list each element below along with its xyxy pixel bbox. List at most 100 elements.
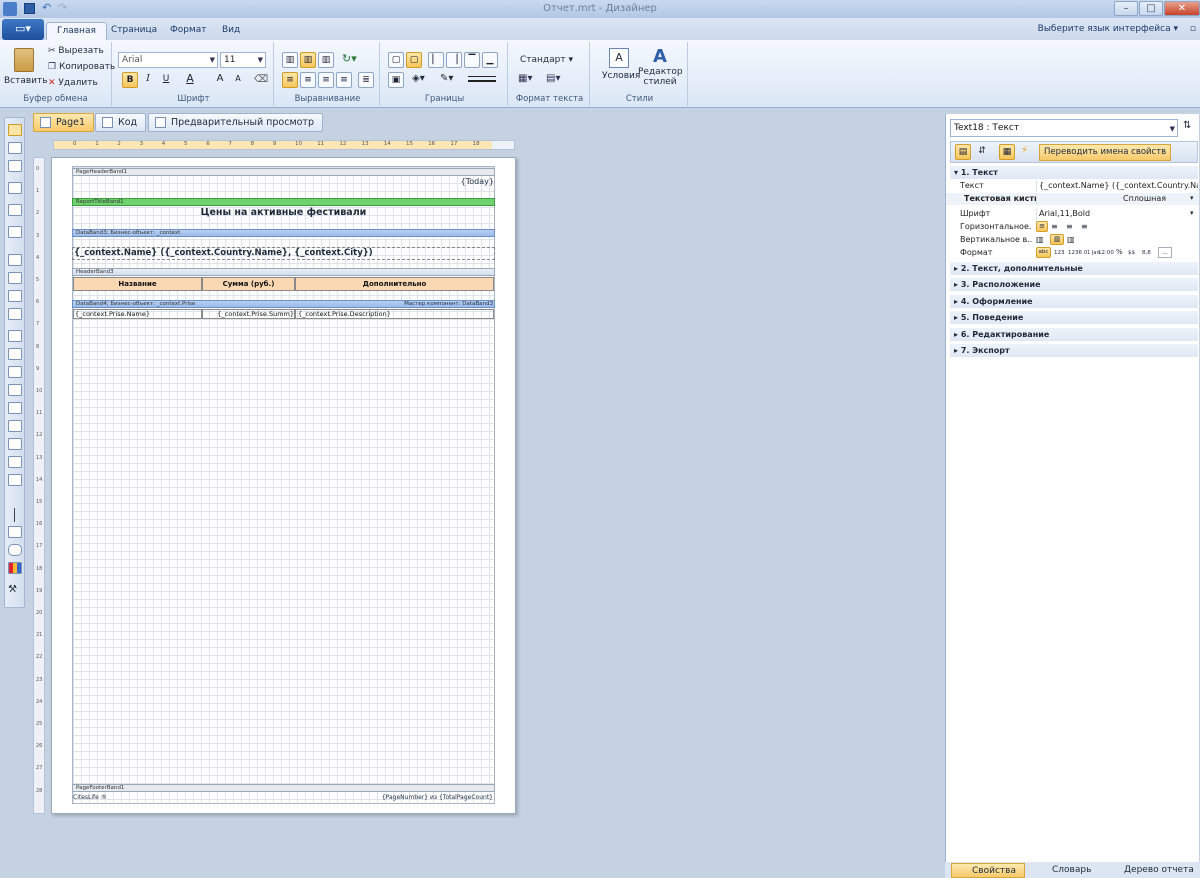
eraser-icon[interactable]: ⌫ [254, 74, 268, 85]
tab-dictionary[interactable]: Словарь [1032, 863, 1094, 878]
header-name[interactable]: Название [73, 277, 202, 291]
tab-page[interactable]: Страница [101, 22, 167, 40]
today-field[interactable]: {Today} [440, 177, 494, 186]
tab-format[interactable]: Формат [160, 22, 217, 40]
border-all-icon[interactable]: ▢ [388, 52, 404, 68]
band-tool-icon[interactable] [8, 182, 22, 194]
pan-tool-icon[interactable] [8, 142, 22, 154]
format-painter-icon[interactable] [8, 160, 22, 172]
bold-button[interactable]: B [122, 72, 138, 88]
barcode-tool-icon[interactable] [8, 456, 22, 468]
tab-view[interactable]: Вид [212, 22, 250, 40]
translate-names-button[interactable]: Переводить имена свойств [1039, 144, 1172, 161]
align-middle-icon[interactable]: ▥ [300, 52, 316, 68]
prop-value[interactable]: Сплошная [1036, 193, 1198, 205]
category-behavior[interactable]: ▸ 5. Поведение [950, 311, 1198, 325]
page-footer-band[interactable]: PageFooterBand1 [72, 784, 495, 792]
table-tool-icon[interactable] [8, 384, 22, 396]
font-size-combo[interactable]: 11 ▼ [220, 52, 266, 68]
format-percent-button[interactable]: % [1116, 247, 1123, 258]
align-top-icon[interactable]: ▥ [282, 52, 298, 68]
header-sum[interactable]: Сумма (руб.) [202, 277, 295, 291]
style-designer-button[interactable]: A Редактор стилей [638, 46, 683, 87]
border-top-icon[interactable]: ▔ [464, 52, 480, 68]
component-selector[interactable]: Text18 : Текст ▼ [950, 119, 1178, 137]
paste-button[interactable]: Вставить [4, 48, 48, 90]
rotate-icon[interactable]: ↻▾ [342, 52, 357, 65]
format-general-button[interactable]: abc [1036, 247, 1051, 258]
format-more-button[interactable]: ... [1158, 247, 1172, 258]
halign-center-icon[interactable]: ≡ [1051, 221, 1058, 232]
halign-justify-icon[interactable]: ≡ [1081, 221, 1088, 232]
format-time-button[interactable]: 12:00 [1098, 248, 1114, 259]
conditions-button[interactable]: A Условия [602, 48, 640, 81]
font-color-button[interactable]: A [182, 72, 198, 88]
prop-row-font[interactable]: Шрифт Arial,11,Bold ▾ [946, 208, 1199, 220]
prop-row-valign[interactable]: Вертикальное в... ▥ ▥ ▥ [946, 234, 1199, 246]
tab-home[interactable]: Главная [46, 22, 107, 40]
italic-button[interactable]: I [140, 72, 156, 88]
category-appearance[interactable]: ▸ 4. Оформление [950, 295, 1198, 309]
align-right-icon[interactable]: ≡ [318, 72, 334, 88]
delete-button[interactable]: ✕ Удалить [48, 78, 98, 88]
tab-properties[interactable]: Свойства [951, 863, 1025, 878]
border-color-icon[interactable]: ✎▾ [440, 73, 453, 84]
property-pages-icon[interactable]: ▦ [999, 144, 1015, 160]
border-none-icon[interactable]: ▢ [406, 52, 422, 68]
underline-button[interactable]: U [158, 72, 174, 88]
align-left-icon[interactable]: ≡ [282, 72, 298, 88]
checkbox-tool-icon[interactable] [8, 420, 22, 432]
save-icon[interactable] [24, 3, 35, 14]
copy-button[interactable]: ❐ Копировать [48, 62, 115, 72]
valign-center-icon[interactable]: ▥ [1050, 234, 1064, 245]
crosstab-tool-icon[interactable] [8, 402, 22, 414]
sort-icon[interactable]: ⇅ [1183, 120, 1191, 131]
valign-bottom-icon[interactable]: ▥ [1067, 234, 1075, 245]
chart-tool-icon[interactable] [8, 562, 22, 574]
subreport-tool-icon[interactable] [8, 366, 22, 378]
header-extra[interactable]: Дополнительно [295, 277, 494, 291]
tab-code[interactable]: Код [95, 113, 147, 132]
cell-prise-name[interactable]: {_context.Prise.Name} [73, 309, 202, 319]
format-boolean-button[interactable]: $$ [1128, 248, 1135, 259]
format-numbers-icon[interactable]: ▦▾ [518, 73, 532, 84]
cut-button[interactable]: ✂ Вырезать [48, 46, 104, 56]
tab-report-tree[interactable]: Дерево отчета [1104, 863, 1198, 878]
category-position[interactable]: ▸ 3. Расположение [950, 278, 1198, 292]
tab-page1[interactable]: Page1 [33, 113, 95, 132]
report-title[interactable]: Цены на активные фестивали [72, 207, 495, 221]
prop-row-halign[interactable]: Горизонтальное... ≡ ≡ ≡ ≡ [946, 221, 1199, 233]
select-tool-icon[interactable] [8, 124, 22, 136]
shadow-icon[interactable]: ▣ [388, 72, 404, 88]
container-tool-icon[interactable] [8, 226, 22, 238]
context-text-field[interactable]: {_context.Name} ({_context.Country.Name}… [72, 247, 495, 260]
maximize-button[interactable]: □ [1139, 1, 1163, 16]
alphabetical-icon[interactable]: ⇵ [974, 144, 990, 160]
shrink-font-button[interactable]: A [230, 72, 246, 88]
report-title-band[interactable]: ReportTitleBand1 [72, 198, 495, 206]
grow-font-button[interactable]: A [212, 72, 228, 88]
page-header-band[interactable]: PageHeaderBand1 [72, 168, 495, 176]
halign-right-icon[interactable]: ≡ [1066, 221, 1073, 232]
category-export[interactable]: ▸ 7. Экспорт [950, 344, 1198, 358]
tab-preview[interactable]: Предварительный просмотр [148, 113, 323, 132]
category-text-additional[interactable]: ▸ 2. Текст, дополнительные [950, 262, 1198, 276]
format-date-icon[interactable]: ▤▾ [546, 73, 560, 84]
prop-value[interactable]: Arial,11,Bold [1036, 208, 1198, 220]
picture-tool-icon[interactable] [8, 438, 22, 450]
cross-band-tool-icon[interactable] [8, 204, 22, 216]
image-tool-icon[interactable] [8, 308, 22, 320]
categorized-icon[interactable]: ▤ [955, 144, 971, 160]
panel-tool-icon[interactable] [8, 330, 22, 342]
valign-top-icon[interactable]: ▥ [1036, 234, 1044, 245]
cell-prise-summ[interactable]: {_context.Prise.Summ} [202, 309, 295, 319]
footer-page-number[interactable]: {PageNumber} из {TotalPageCount} [330, 794, 493, 801]
prop-row-brush[interactable]: Текстовая кисть Сплошная ▾ [946, 193, 1199, 205]
border-bottom-icon[interactable]: ▁ [482, 52, 498, 68]
undo-icon[interactable]: ↶ [42, 1, 51, 14]
tools-icon[interactable]: ⚒ [8, 584, 22, 596]
border-left-icon[interactable]: ▏ [428, 52, 444, 68]
category-text[interactable]: ▾ 1. Текст [950, 166, 1198, 180]
text-in-cells-tool-icon[interactable] [8, 272, 22, 284]
format-currency-button[interactable]: 1236 [1068, 248, 1082, 259]
